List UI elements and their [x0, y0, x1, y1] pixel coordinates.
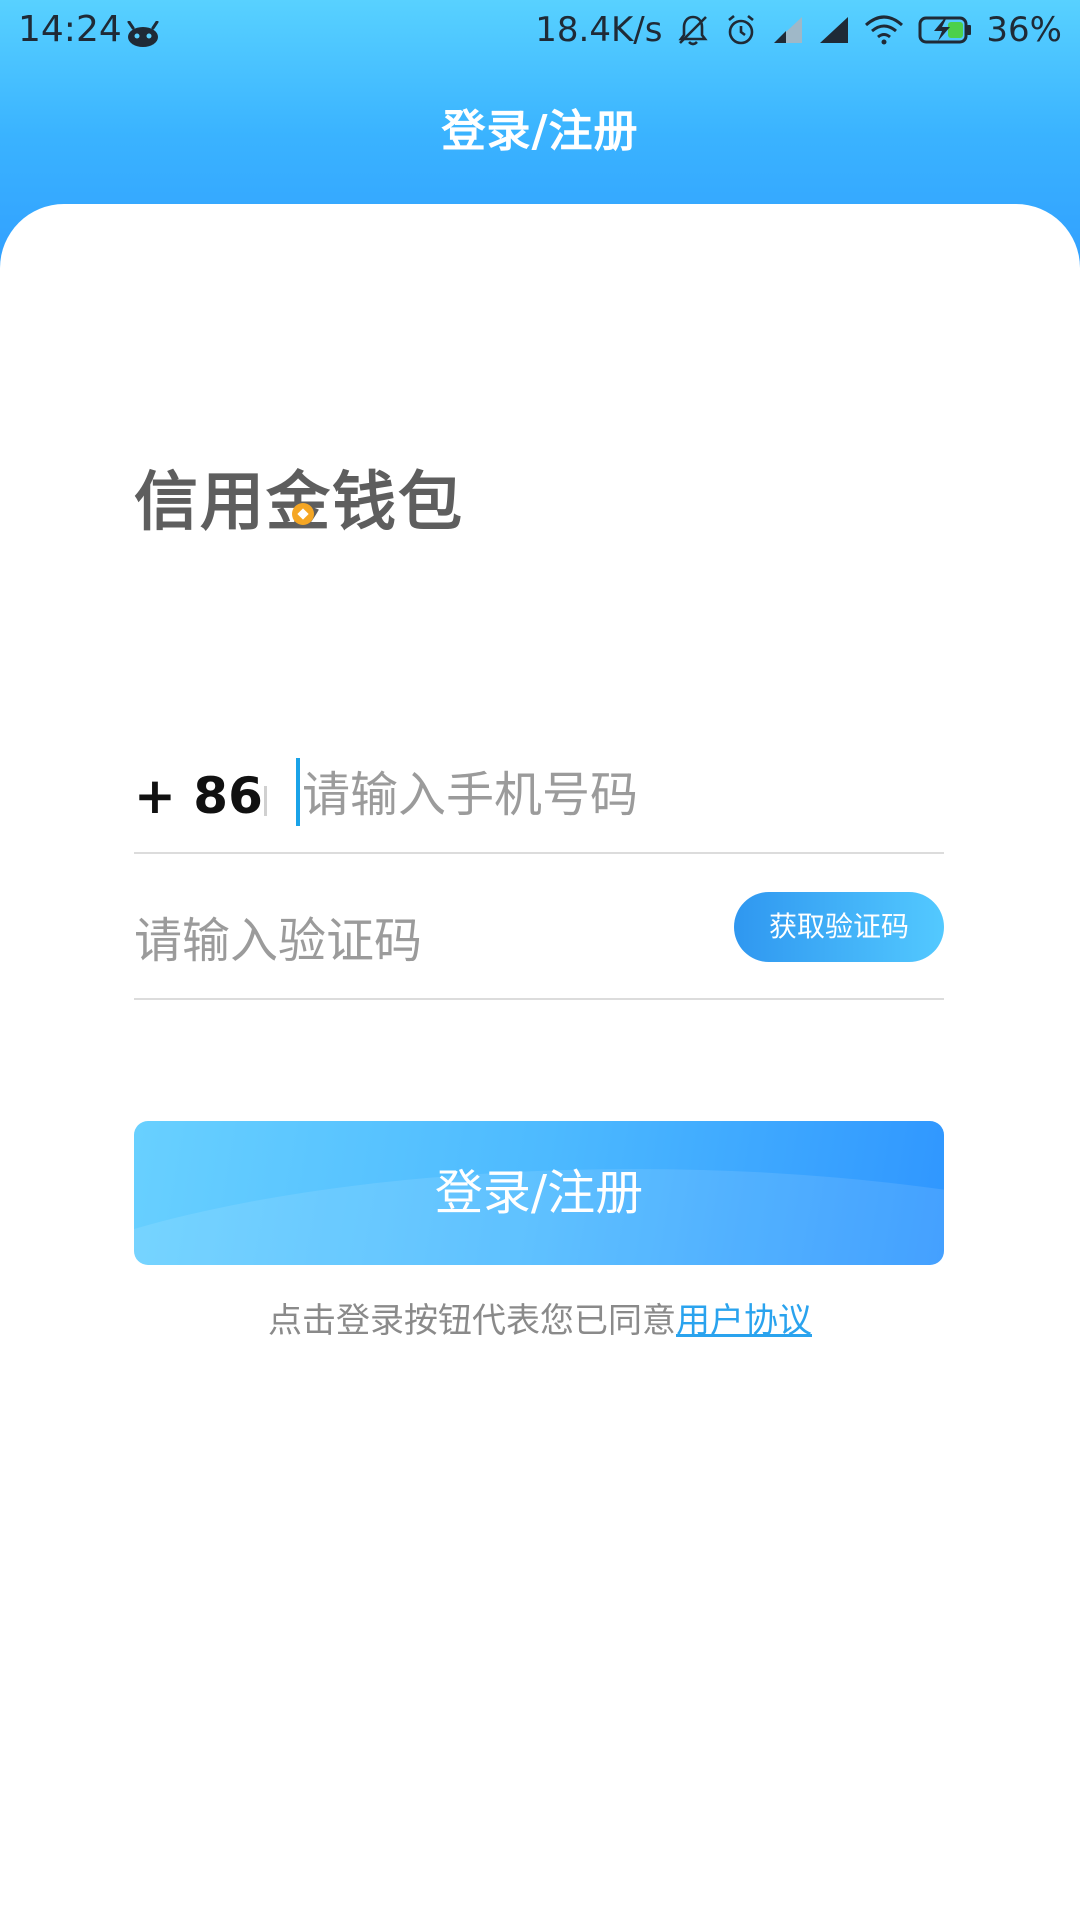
status-time: 14:24	[18, 9, 122, 50]
android-robot-icon	[126, 16, 160, 47]
user-agreement-link[interactable]: 用户协议	[676, 1301, 812, 1341]
wifi-icon	[864, 15, 904, 45]
status-bar: 14:24 18.4K/s 36%	[0, 0, 1080, 62]
logo-text-part2: 钱包	[332, 466, 464, 540]
mute-bell-icon	[676, 13, 710, 47]
code-row: 获取验证码	[134, 886, 944, 1000]
agreement-text: 点击登录按钮代表您已同意用户协议	[0, 1296, 1080, 1346]
battery-charging-icon	[918, 15, 972, 45]
get-code-button[interactable]: 获取验证码	[734, 892, 944, 962]
phone-input[interactable]	[302, 760, 922, 830]
app-logo: 信用金 钱包	[134, 468, 464, 538]
alarm-icon	[724, 13, 758, 47]
network-speed: 18.4K/s	[535, 10, 663, 50]
coin-icon	[292, 503, 314, 525]
battery-percent: 36%	[986, 10, 1062, 50]
text-caret	[296, 758, 300, 826]
app-root: 14:24 18.4K/s 36% 登录/注册 信用金 钱包 + 86 请输入手…	[0, 0, 1080, 1920]
phone-row: + 86	[134, 740, 944, 854]
login-button-label: 登录/注册	[434, 1165, 644, 1221]
signal-icon	[772, 15, 804, 45]
login-register-button[interactable]: 登录/注册	[134, 1121, 944, 1265]
page-title: 登录/注册	[441, 106, 639, 157]
country-code-divider	[264, 786, 267, 816]
verification-code-input[interactable]	[134, 906, 694, 976]
signal-icon	[818, 15, 850, 45]
agreement-prefix: 点击登录按钮代表您已同意	[268, 1301, 676, 1341]
status-right-group: 18.4K/s 36%	[535, 8, 1062, 52]
country-code[interactable]: + 86	[134, 766, 263, 826]
content-card	[0, 204, 1080, 1920]
